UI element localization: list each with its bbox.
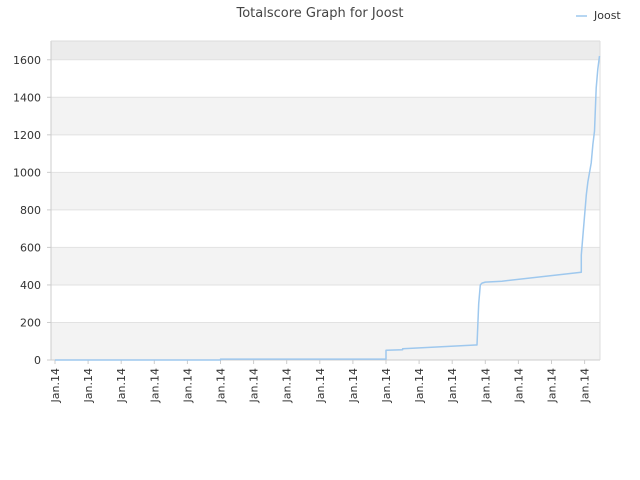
x-tick-label-4: Jan.14: [181, 368, 194, 403]
x-tick-label-2: Jan.14: [115, 368, 128, 403]
band-800-1000: [51, 172, 600, 210]
y-tick-label-1400: 1400: [13, 91, 41, 104]
x-tick-label-13: Jan.14: [479, 368, 492, 403]
x-tick-label-15: Jan.14: [546, 368, 559, 403]
y-tick-label-400: 400: [20, 279, 41, 292]
y-tick-label-1200: 1200: [13, 129, 41, 142]
y-tick-label-200: 200: [20, 316, 41, 329]
y-tick-label-0: 0: [34, 354, 41, 367]
x-tick-label-3: Jan.14: [148, 368, 161, 403]
x-tick-label-10: Jan.14: [380, 368, 393, 403]
x-tick-label-16: Jan.14: [579, 368, 592, 403]
x-tick-label-0: Jan.14: [49, 368, 62, 403]
x-tick-label-5: Jan.14: [215, 368, 228, 403]
legend: Joost: [576, 9, 621, 22]
chart-title: Totalscore Graph for Joost: [235, 6, 403, 21]
x-tick-label-12: Jan.14: [446, 368, 459, 403]
y-tick-label-1000: 1000: [13, 166, 41, 179]
band-1600-1700: [51, 41, 600, 60]
band-0-200: [51, 322, 600, 360]
x-tick-label-1: Jan.14: [82, 368, 95, 403]
x-tick-label-6: Jan.14: [248, 368, 261, 403]
x-axis-ticks: Jan.14 Jan.14 Jan.14 Jan.14 Jan.14 Jan.14 Jan.…: [49, 360, 592, 403]
plot-background-bands: [51, 41, 600, 360]
x-tick-label-7: Jan.14: [281, 368, 294, 403]
x-tick-label-9: Jan.14: [347, 368, 360, 403]
y-tick-label-600: 600: [20, 241, 41, 254]
band-1200-1400: [51, 97, 600, 135]
totalscore-chart: 02004006008001000120014001600 Jan.14 Jan.…: [13, 6, 621, 403]
y-tick-label-800: 800: [20, 204, 41, 217]
x-tick-label-11: Jan.14: [413, 368, 426, 403]
y-axis-ticks: 0 200 400 600 800 1000 1200 1400 1600: [13, 54, 51, 367]
legend-label-joost: Joost: [593, 9, 621, 22]
x-tick-label-14: Jan.14: [512, 368, 525, 403]
x-tick-label-8: Jan.14: [314, 368, 327, 403]
y-tick-label-1600: 1600: [13, 54, 41, 67]
